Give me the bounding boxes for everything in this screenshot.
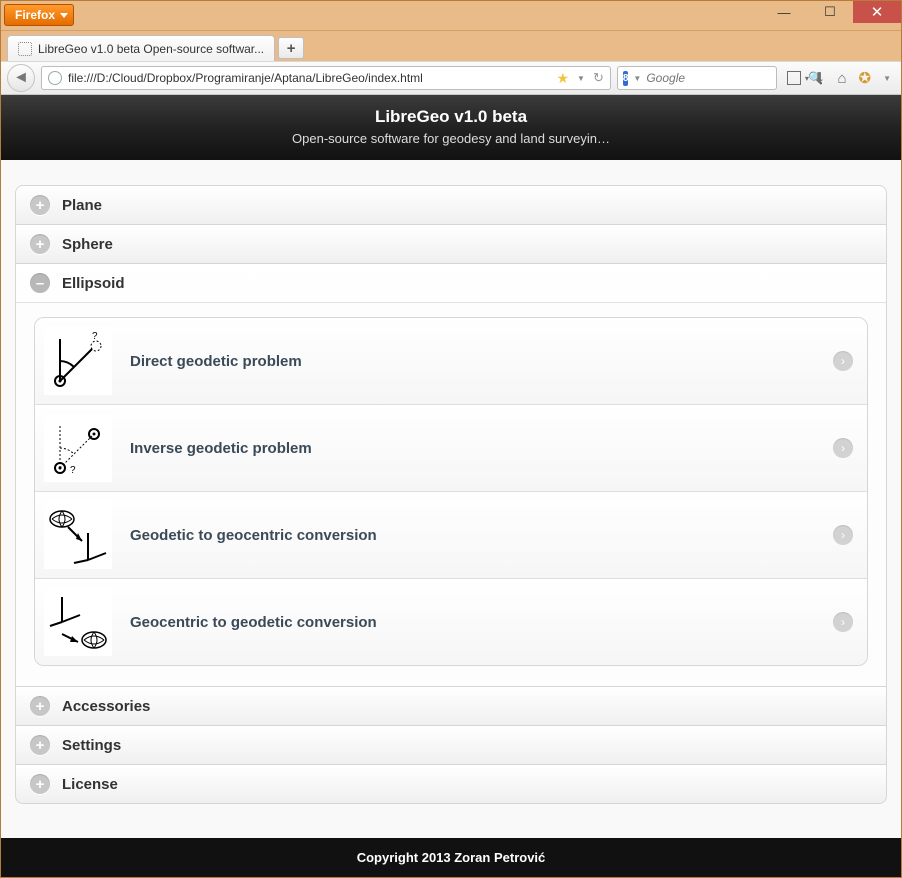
- accordion-plane: + Plane: [15, 185, 887, 225]
- accordion-accessories: + Accessories: [15, 686, 887, 726]
- accordion-label: License: [62, 776, 118, 793]
- accordion-label: Settings: [62, 737, 121, 754]
- accordion-header-ellipsoid[interactable]: – Ellipsoid: [16, 264, 886, 302]
- minimize-button[interactable]: —: [761, 1, 807, 23]
- firefox-menu-label: Firefox: [15, 8, 55, 22]
- window-controls: — ☐ ✕: [761, 1, 901, 23]
- browser-tab[interactable]: LibreGeo v1.0 beta Open-source softwar..…: [7, 35, 275, 61]
- back-button[interactable]: ◄: [7, 64, 35, 92]
- url-bar[interactable]: ★ ▼ ↻: [41, 66, 611, 90]
- page: LibreGeo v1.0 beta Open-source software …: [1, 95, 901, 877]
- inverse-geodetic-icon: ?: [44, 414, 112, 482]
- geodetic-to-geocentric-icon: [44, 501, 112, 569]
- accordion-header-settings[interactable]: + Settings: [16, 726, 886, 764]
- accordion-header-accessories[interactable]: + Accessories: [16, 687, 886, 725]
- url-input[interactable]: [68, 71, 550, 85]
- list-item-label: Geocentric to geodetic conversion: [130, 614, 815, 631]
- viewport: LibreGeo v1.0 beta Open-source software …: [1, 95, 901, 877]
- footer-text: Copyright 2013 Zoran Petrović: [357, 850, 546, 865]
- accordion-label: Sphere: [62, 236, 113, 253]
- addon-icon[interactable]: ✪: [859, 69, 872, 87]
- maximize-icon: ☐: [824, 4, 836, 20]
- accordion-header-plane[interactable]: + Plane: [16, 186, 886, 224]
- expand-icon: +: [30, 195, 50, 215]
- ellipsoid-list: ? Direct geodetic problem › ? Inverse ge…: [34, 317, 868, 666]
- search-input[interactable]: [646, 71, 803, 85]
- titlebar: Firefox — ☐ ✕: [1, 1, 901, 31]
- toolbar-icons: ⬇ ⌂ ✪ ▼: [783, 69, 895, 87]
- direct-geodetic-icon: ?: [44, 327, 112, 395]
- google-icon: 8: [623, 71, 629, 86]
- list-item-geocentric-to-geodetic[interactable]: Geocentric to geodetic conversion ›: [35, 579, 867, 665]
- expand-icon: +: [30, 234, 50, 254]
- tab-title: LibreGeo v1.0 beta Open-source softwar..…: [38, 42, 264, 56]
- close-button[interactable]: ✕: [853, 1, 901, 23]
- accordion-license: + License: [15, 764, 887, 804]
- chevron-right-icon: ›: [833, 612, 853, 632]
- downloads-icon[interactable]: ⬇: [813, 69, 826, 87]
- content: + Plane + Sphere – Ellipsoid: [1, 160, 901, 838]
- svg-text:?: ?: [92, 331, 98, 342]
- reload-icon[interactable]: ↻: [593, 70, 604, 86]
- accordion-label: Accessories: [62, 698, 150, 715]
- geocentric-to-geodetic-icon: [44, 588, 112, 656]
- favicon-icon: [18, 42, 32, 56]
- page-subtitle: Open-source software for geodesy and lan…: [9, 131, 893, 146]
- bookmark-star-icon[interactable]: ★: [556, 70, 569, 87]
- list-item-geodetic-to-geocentric[interactable]: Geodetic to geocentric conversion ›: [35, 492, 867, 579]
- url-dropdown-icon[interactable]: ▼: [577, 74, 585, 83]
- home-icon[interactable]: ⌂: [837, 70, 846, 87]
- maximize-button[interactable]: ☐: [807, 1, 853, 23]
- firefox-menu-button[interactable]: Firefox: [4, 4, 74, 26]
- chevron-right-icon: ›: [833, 525, 853, 545]
- firefox-window: Firefox — ☐ ✕ LibreGeo v1.0 beta Open-so…: [0, 0, 902, 878]
- list-item-inverse-geodetic[interactable]: ? Inverse geodetic problem ›: [35, 405, 867, 492]
- list-item-direct-geodetic[interactable]: ? Direct geodetic problem ›: [35, 318, 867, 405]
- addon-dropdown-icon[interactable]: ▼: [883, 74, 891, 83]
- search-bar[interactable]: 8 ▼ 🔍: [617, 66, 777, 90]
- chevron-right-icon: ›: [833, 351, 853, 371]
- chevron-right-icon: ›: [833, 438, 853, 458]
- accordion-header-sphere[interactable]: + Sphere: [16, 225, 886, 263]
- page-footer: Copyright 2013 Zoran Petrović: [1, 838, 901, 877]
- svg-text:?: ?: [70, 465, 76, 476]
- bookmarks-menu-button[interactable]: [787, 71, 801, 85]
- nav-toolbar: ◄ ★ ▼ ↻ 8 ▼ 🔍 ⬇ ⌂ ✪ ▼: [1, 61, 901, 95]
- list-item-label: Direct geodetic problem: [130, 353, 815, 370]
- globe-icon: [48, 71, 62, 85]
- accordion-label: Plane: [62, 197, 102, 214]
- caret-down-icon: [60, 13, 68, 18]
- accordion-header-license[interactable]: + License: [16, 765, 886, 803]
- search-engine-dropdown-icon[interactable]: ▼: [633, 74, 641, 83]
- new-tab-button[interactable]: +: [278, 37, 304, 59]
- expand-icon: +: [30, 735, 50, 755]
- minimize-icon: —: [778, 5, 791, 20]
- accordion-settings: + Settings: [15, 725, 887, 765]
- tab-strip: LibreGeo v1.0 beta Open-source softwar..…: [1, 31, 901, 61]
- page-header: LibreGeo v1.0 beta Open-source software …: [1, 95, 901, 160]
- accordion-sphere: + Sphere: [15, 224, 887, 264]
- plus-icon: +: [287, 40, 296, 57]
- accordion-ellipsoid: – Ellipsoid ? Direct geodetic problem ›: [15, 263, 887, 687]
- page-title: LibreGeo v1.0 beta: [9, 107, 893, 127]
- list-item-label: Geodetic to geocentric conversion: [130, 527, 815, 544]
- accordion-label: Ellipsoid: [62, 275, 125, 292]
- list-item-label: Inverse geodetic problem: [130, 440, 815, 457]
- expand-icon: +: [30, 696, 50, 716]
- expand-icon: +: [30, 774, 50, 794]
- accordion-body-ellipsoid: ? Direct geodetic problem › ? Inverse ge…: [16, 302, 886, 686]
- collapse-icon: –: [30, 273, 50, 293]
- back-arrow-icon: ◄: [13, 69, 29, 87]
- close-icon: ✕: [871, 3, 884, 21]
